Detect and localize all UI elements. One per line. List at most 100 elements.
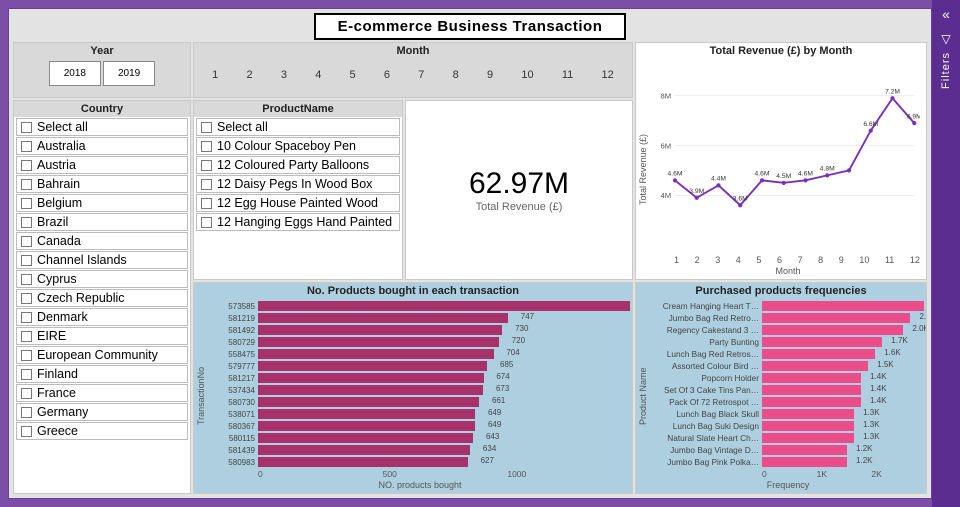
country-item[interactable]: Finland bbox=[16, 365, 188, 383]
dashboard-canvas: E-commerce Business Transaction Year 201… bbox=[8, 8, 932, 499]
bar-row[interactable]: 580983627 bbox=[210, 457, 630, 467]
bar-row[interactable]: Jumbo Bag Red Retro…2.1K bbox=[652, 313, 924, 323]
product-item[interactable]: 12 Coloured Party Balloons bbox=[196, 156, 400, 174]
expand-chevron-icon[interactable]: « bbox=[942, 6, 950, 22]
product-item[interactable]: 12 Egg House Painted Wood bbox=[196, 194, 400, 212]
bar-value: 730 bbox=[515, 324, 528, 333]
filter-icon[interactable]: ▽ bbox=[941, 32, 950, 46]
bar-value: 649 bbox=[488, 420, 501, 429]
report-title: E-commerce Business Transaction bbox=[314, 13, 627, 40]
month-option-6[interactable]: 6 bbox=[380, 67, 394, 83]
country-item[interactable]: Brazil bbox=[16, 213, 188, 231]
line-chart-title: Total Revenue (£) by Month bbox=[636, 43, 926, 59]
bar-row[interactable]: Regency Cakestand 3 …2.0K bbox=[652, 325, 924, 335]
month-option-11[interactable]: 11 bbox=[558, 67, 577, 83]
checkbox-icon bbox=[21, 407, 32, 418]
month-option-4[interactable]: 4 bbox=[311, 67, 325, 83]
bar-category: 580729 bbox=[210, 338, 258, 347]
bar-row[interactable]: 580730661 bbox=[210, 397, 630, 407]
country-item[interactable]: Australia bbox=[16, 137, 188, 155]
country-item[interactable]: Bahrain bbox=[16, 175, 188, 193]
bar-row[interactable]: 581439634 bbox=[210, 445, 630, 455]
bar-row[interactable]: 580115643 bbox=[210, 433, 630, 443]
svg-text:4.6M: 4.6M bbox=[755, 171, 770, 178]
bar-row[interactable]: Cream Hanging Heart T…2.3K bbox=[652, 301, 924, 311]
country-item[interactable]: Czech Republic bbox=[16, 289, 188, 307]
product-item[interactable]: 10 Colour Spaceboy Pen bbox=[196, 137, 400, 155]
bar-row[interactable]: Party Bunting1.7K bbox=[652, 337, 924, 347]
bar-row[interactable]: Jumbo Bag Pink Polka…1.2K bbox=[652, 457, 924, 467]
slicer-month: Month 123456789101112 bbox=[193, 42, 633, 98]
bar-row[interactable]: 581217674 bbox=[210, 373, 630, 383]
country-item[interactable]: Belgium bbox=[16, 194, 188, 212]
month-option-2[interactable]: 2 bbox=[242, 67, 256, 83]
bar-row[interactable]: Natural Slate Heart Ch…1.3K bbox=[652, 433, 924, 443]
month-option-1[interactable]: 1 bbox=[208, 67, 222, 83]
bar: 1.2K bbox=[762, 445, 847, 455]
month-option-9[interactable]: 9 bbox=[483, 67, 497, 83]
product-item[interactable]: Select all bbox=[196, 118, 400, 136]
bar: 1.4K bbox=[762, 397, 861, 407]
bar: 1.6K bbox=[762, 349, 875, 359]
country-item[interactable]: Greece bbox=[16, 422, 188, 440]
bar-value: 1.2K bbox=[856, 444, 872, 453]
country-label: France bbox=[37, 386, 76, 400]
month-option-12[interactable]: 12 bbox=[597, 67, 617, 83]
country-item[interactable]: Canada bbox=[16, 232, 188, 250]
checkbox-icon bbox=[21, 369, 32, 380]
checkbox-icon bbox=[201, 160, 212, 171]
country-item[interactable]: EIRE bbox=[16, 327, 188, 345]
year-option-2018[interactable]: 2018 bbox=[49, 61, 101, 86]
svg-text:6.9M: 6.9M bbox=[907, 113, 920, 120]
country-item[interactable]: France bbox=[16, 384, 188, 402]
slicer-year-title: Year bbox=[14, 43, 190, 59]
country-item[interactable]: European Community bbox=[16, 346, 188, 364]
product-item[interactable]: 12 Daisy Pegs In Wood Box bbox=[196, 175, 400, 193]
bar-row[interactable]: 581219747 bbox=[210, 313, 630, 323]
bar-row[interactable]: 580367 649 bbox=[210, 421, 630, 431]
bar-row[interactable]: 5735851111 bbox=[210, 301, 630, 311]
bar-row[interactable]: 558475704 bbox=[210, 349, 630, 359]
filters-pane-label[interactable]: Filters bbox=[940, 52, 952, 89]
bar-value: 1.3K bbox=[863, 408, 879, 417]
country-item[interactable]: Denmark bbox=[16, 308, 188, 326]
bar-row[interactable]: Lunch Bag Black Skull1.3K bbox=[652, 409, 924, 419]
bar-category: 580367 bbox=[210, 422, 258, 431]
bar-row[interactable]: 581492730 bbox=[210, 325, 630, 335]
year-option-2019[interactable]: 2019 bbox=[103, 61, 155, 86]
country-label: Czech Republic bbox=[37, 291, 125, 305]
month-option-5[interactable]: 5 bbox=[346, 67, 360, 83]
bar-row[interactable]: Lunch Bag Suki Design1.3K bbox=[652, 421, 924, 431]
filters-pane-collapsed[interactable]: « ▽ Filters bbox=[932, 0, 960, 507]
bar-category: Lunch Bag Suki Design bbox=[652, 421, 762, 431]
bar-row[interactable]: Assorted Colour Bird …1.5K bbox=[652, 361, 924, 371]
country-item[interactable]: Austria bbox=[16, 156, 188, 174]
bar-category: 580730 bbox=[210, 398, 258, 407]
country-item[interactable]: Channel Islands bbox=[16, 251, 188, 269]
month-option-3[interactable]: 3 bbox=[277, 67, 291, 83]
slicer-country-title: Country bbox=[14, 101, 190, 117]
month-option-10[interactable]: 10 bbox=[517, 67, 537, 83]
product-item[interactable]: 12 Hanging Eggs Hand Painted bbox=[196, 213, 400, 231]
bar-value: 1.4K bbox=[870, 384, 886, 393]
checkbox-icon bbox=[21, 160, 32, 171]
bar-row[interactable]: Jumbo Bag Vintage D…1.2K bbox=[652, 445, 924, 455]
bar-row[interactable]: 580729720 bbox=[210, 337, 630, 347]
checkbox-icon bbox=[21, 274, 32, 285]
bar-row[interactable]: Pack Of 72 Retrospot …1.4K bbox=[652, 397, 924, 407]
bar-row[interactable]: Lunch Bag Red Retros…1.6K bbox=[652, 349, 924, 359]
bar-row[interactable]: 538071649 bbox=[210, 409, 630, 419]
bar-row[interactable]: 537434673 bbox=[210, 385, 630, 395]
bar-value: 2.1K bbox=[919, 312, 927, 321]
country-item[interactable]: Cyprus bbox=[16, 270, 188, 288]
country-item[interactable]: Select all bbox=[16, 118, 188, 136]
bar-row[interactable]: 579777685 bbox=[210, 361, 630, 371]
line-xtick: 5 bbox=[756, 255, 761, 265]
bar-row[interactable]: Set Of 3 Cake Tins Pan…1.4K bbox=[652, 385, 924, 395]
bar-value: 674 bbox=[496, 372, 509, 381]
bar-row[interactable]: Popcorn Holder1.4K bbox=[652, 373, 924, 383]
month-option-8[interactable]: 8 bbox=[449, 67, 463, 83]
month-option-7[interactable]: 7 bbox=[414, 67, 428, 83]
country-item[interactable]: Germany bbox=[16, 403, 188, 421]
checkbox-icon bbox=[201, 122, 212, 133]
